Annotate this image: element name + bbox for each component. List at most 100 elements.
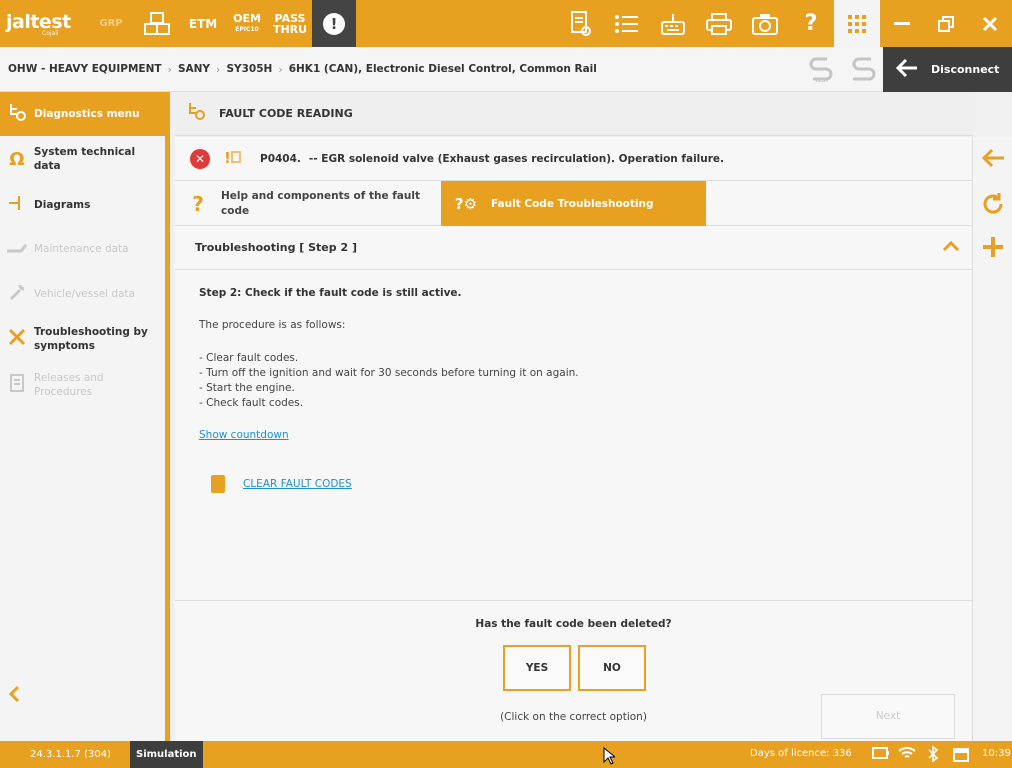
boxes-icon[interactable]: [134, 0, 180, 47]
main-panel: ✕ ! P0404. -- EGR solenoid valve (Exhaus…: [175, 137, 973, 741]
keyboard-icon[interactable]: [650, 0, 696, 47]
no-button[interactable]: NO: [578, 645, 646, 691]
list-item: - Clear fault codes.: [199, 352, 299, 364]
tab-label: Fault Code Troubleshooting: [491, 197, 654, 210]
tab-fault-code-troubleshooting[interactable]: ?⚙ Fault Code Troubleshooting: [441, 181, 706, 226]
sidebar-item-vehicle-data: Vehicle/vessel data: [0, 279, 165, 309]
disconnect-label: Disconnect: [931, 63, 1000, 76]
wifi-icon: [898, 746, 916, 762]
yes-button[interactable]: YES: [503, 645, 571, 691]
sidebar-item-releases-procedures: Releases and Procedures: [0, 368, 165, 402]
grp-button[interactable]: GRP: [88, 0, 134, 47]
fault-description: -- EGR solenoid valve (Exhaust gases rec…: [308, 152, 725, 165]
step-title: Step 2: Check if the fault code is still…: [199, 287, 462, 299]
next-button: Next: [821, 694, 955, 739]
thru-label: THRU: [272, 22, 308, 36]
refresh-icon[interactable]: [973, 191, 1012, 223]
breadcrumb-tools: TEST: [807, 55, 877, 84]
add-icon[interactable]: [973, 235, 1012, 265]
show-countdown-link[interactable]: Show countdown: [199, 429, 289, 441]
close-button[interactable]: [968, 0, 1012, 47]
top-toolbar: jaltest Cojali GRP ETM OEM EPIC10 PASS T…: [0, 0, 1012, 47]
document-search-icon[interactable]: [558, 0, 604, 47]
diagnostics-icon: [0, 102, 34, 127]
etm-button[interactable]: ETM: [180, 0, 226, 47]
trash-icon: [211, 475, 225, 493]
mouse-cursor-icon: [603, 746, 617, 768]
breadcrumb-separator: ›: [167, 62, 172, 76]
sidebar-item-troubleshooting-by-symptoms[interactable]: Troubleshooting by symptoms: [0, 322, 165, 356]
list-icon[interactable]: [604, 0, 650, 47]
breadcrumb-separator: ›: [216, 62, 221, 76]
question-area: Has the fault code been deleted? YES NO …: [175, 600, 972, 741]
sidebar-item-maintenance-data: Maintenance data: [0, 234, 165, 264]
question-icon: ?: [192, 191, 204, 216]
tools-icon: [0, 327, 34, 352]
clear-fault-codes-action[interactable]: CLEAR FAULT CODES: [211, 475, 352, 493]
apps-grid-icon[interactable]: [834, 0, 880, 47]
svg-text:!: !: [224, 149, 231, 166]
oem-button[interactable]: OEM EPIC10: [226, 0, 268, 47]
clear-fault-codes-link[interactable]: CLEAR FAULT CODES: [243, 478, 352, 490]
logo-sub: Cojali: [42, 29, 59, 37]
fault-tabs: ? Help and components of the fault code …: [175, 181, 972, 226]
sidebar: Diagnostics menu Ω System technical data…: [0, 92, 170, 741]
sidebar-item-label: Diagrams: [34, 199, 91, 211]
sidebar-item-label: Maintenance data: [34, 243, 129, 255]
oem-label: OEM: [233, 11, 261, 25]
sidebar-item-system-technical-data[interactable]: Ω System technical data: [0, 144, 165, 174]
warning-engine-icon: !: [222, 148, 246, 170]
camera-icon[interactable]: [742, 0, 788, 47]
troubleshooting-icon: ?⚙: [454, 194, 478, 213]
breadcrumb-item[interactable]: SY305H: [226, 63, 272, 75]
sidebar-item-label: Releases and Procedures: [34, 372, 104, 398]
sidebar-item-label: System technical data: [33, 146, 136, 172]
disconnect-button[interactable]: Disconnect: [883, 47, 1012, 92]
alert-button[interactable]: !: [312, 0, 356, 47]
oil-can-icon: [0, 239, 34, 260]
restore-button[interactable]: [924, 0, 968, 47]
breadcrumb-item[interactable]: OHW - HEAVY EQUIPMENT: [8, 63, 162, 75]
breadcrumb-item[interactable]: SANY: [178, 63, 210, 75]
sidebar-item-label: Diagnostics menu: [34, 108, 140, 120]
sidebar-item-diagnostics-menu[interactable]: Diagnostics menu: [0, 92, 165, 136]
question-text: Has the fault code been deleted?: [475, 618, 672, 630]
tab-label: Help and components of the fault code: [221, 189, 420, 217]
panel-title: FAULT CODE READING: [219, 107, 353, 120]
pass-label: PASS: [274, 11, 306, 25]
error-icon: ✕: [190, 148, 210, 169]
clock-label: 10:39: [982, 748, 1011, 759]
minimize-button[interactable]: [880, 0, 924, 47]
panel-header: FAULT CODE READING: [175, 92, 973, 136]
sidebar-item-diagrams[interactable]: Diagrams: [0, 190, 165, 220]
oem-sublabel: EPIC10: [235, 25, 259, 33]
help-icon[interactable]: ?: [788, 0, 834, 47]
sidebar-item-label: Troubleshooting by symptoms: [34, 326, 148, 352]
document-icon: [0, 373, 34, 398]
sidebar-item-label: Vehicle/vessel data: [34, 288, 136, 300]
tab-help-components[interactable]: ? Help and components of the fault code: [175, 181, 441, 226]
bluetooth-vci-icon: [924, 745, 942, 763]
step-intro: The procedure is as follows:: [199, 319, 346, 331]
step-content: Step 2: Check if the fault code is still…: [199, 287, 939, 442]
step-procedure-list: - Clear fault codes. - Turn off the igni…: [199, 351, 939, 411]
breadcrumb: OHW - HEAVY EQUIPMENT › SANY › SY305H › …: [0, 47, 883, 92]
pass-thru-button[interactable]: PASS THRU: [268, 0, 312, 47]
system-icon[interactable]: [849, 55, 877, 83]
breadcrumb-item[interactable]: 6HK1 (CAN), Electronic Diesel Control, C…: [289, 63, 597, 75]
jaltest-logo: jaltest Cojali: [0, 0, 88, 47]
battery-icon: [872, 746, 890, 762]
back-arrow-icon[interactable]: [973, 147, 1012, 175]
arrow-left-icon: [895, 55, 919, 85]
app-window: jaltest Cojali GRP ETM OEM EPIC10 PASS T…: [0, 0, 1012, 768]
printer-icon[interactable]: [696, 0, 742, 47]
chevron-left-icon[interactable]: [8, 684, 20, 709]
step-header[interactable]: Troubleshooting [ Step 2 ]: [175, 226, 972, 270]
step-header-label: Troubleshooting [ Step 2 ]: [195, 241, 357, 254]
list-item: - Check fault codes.: [199, 397, 304, 409]
list-item: - Start the engine.: [199, 382, 295, 394]
test-mode-icon[interactable]: TEST: [807, 55, 835, 84]
fault-code-row: ✕ ! P0404. -- EGR solenoid valve (Exhaus…: [175, 137, 972, 181]
chevron-up-icon[interactable]: [942, 236, 960, 257]
status-bar: 24.3.1.1.7 (304) Simulation Days of lice…: [0, 741, 1012, 768]
